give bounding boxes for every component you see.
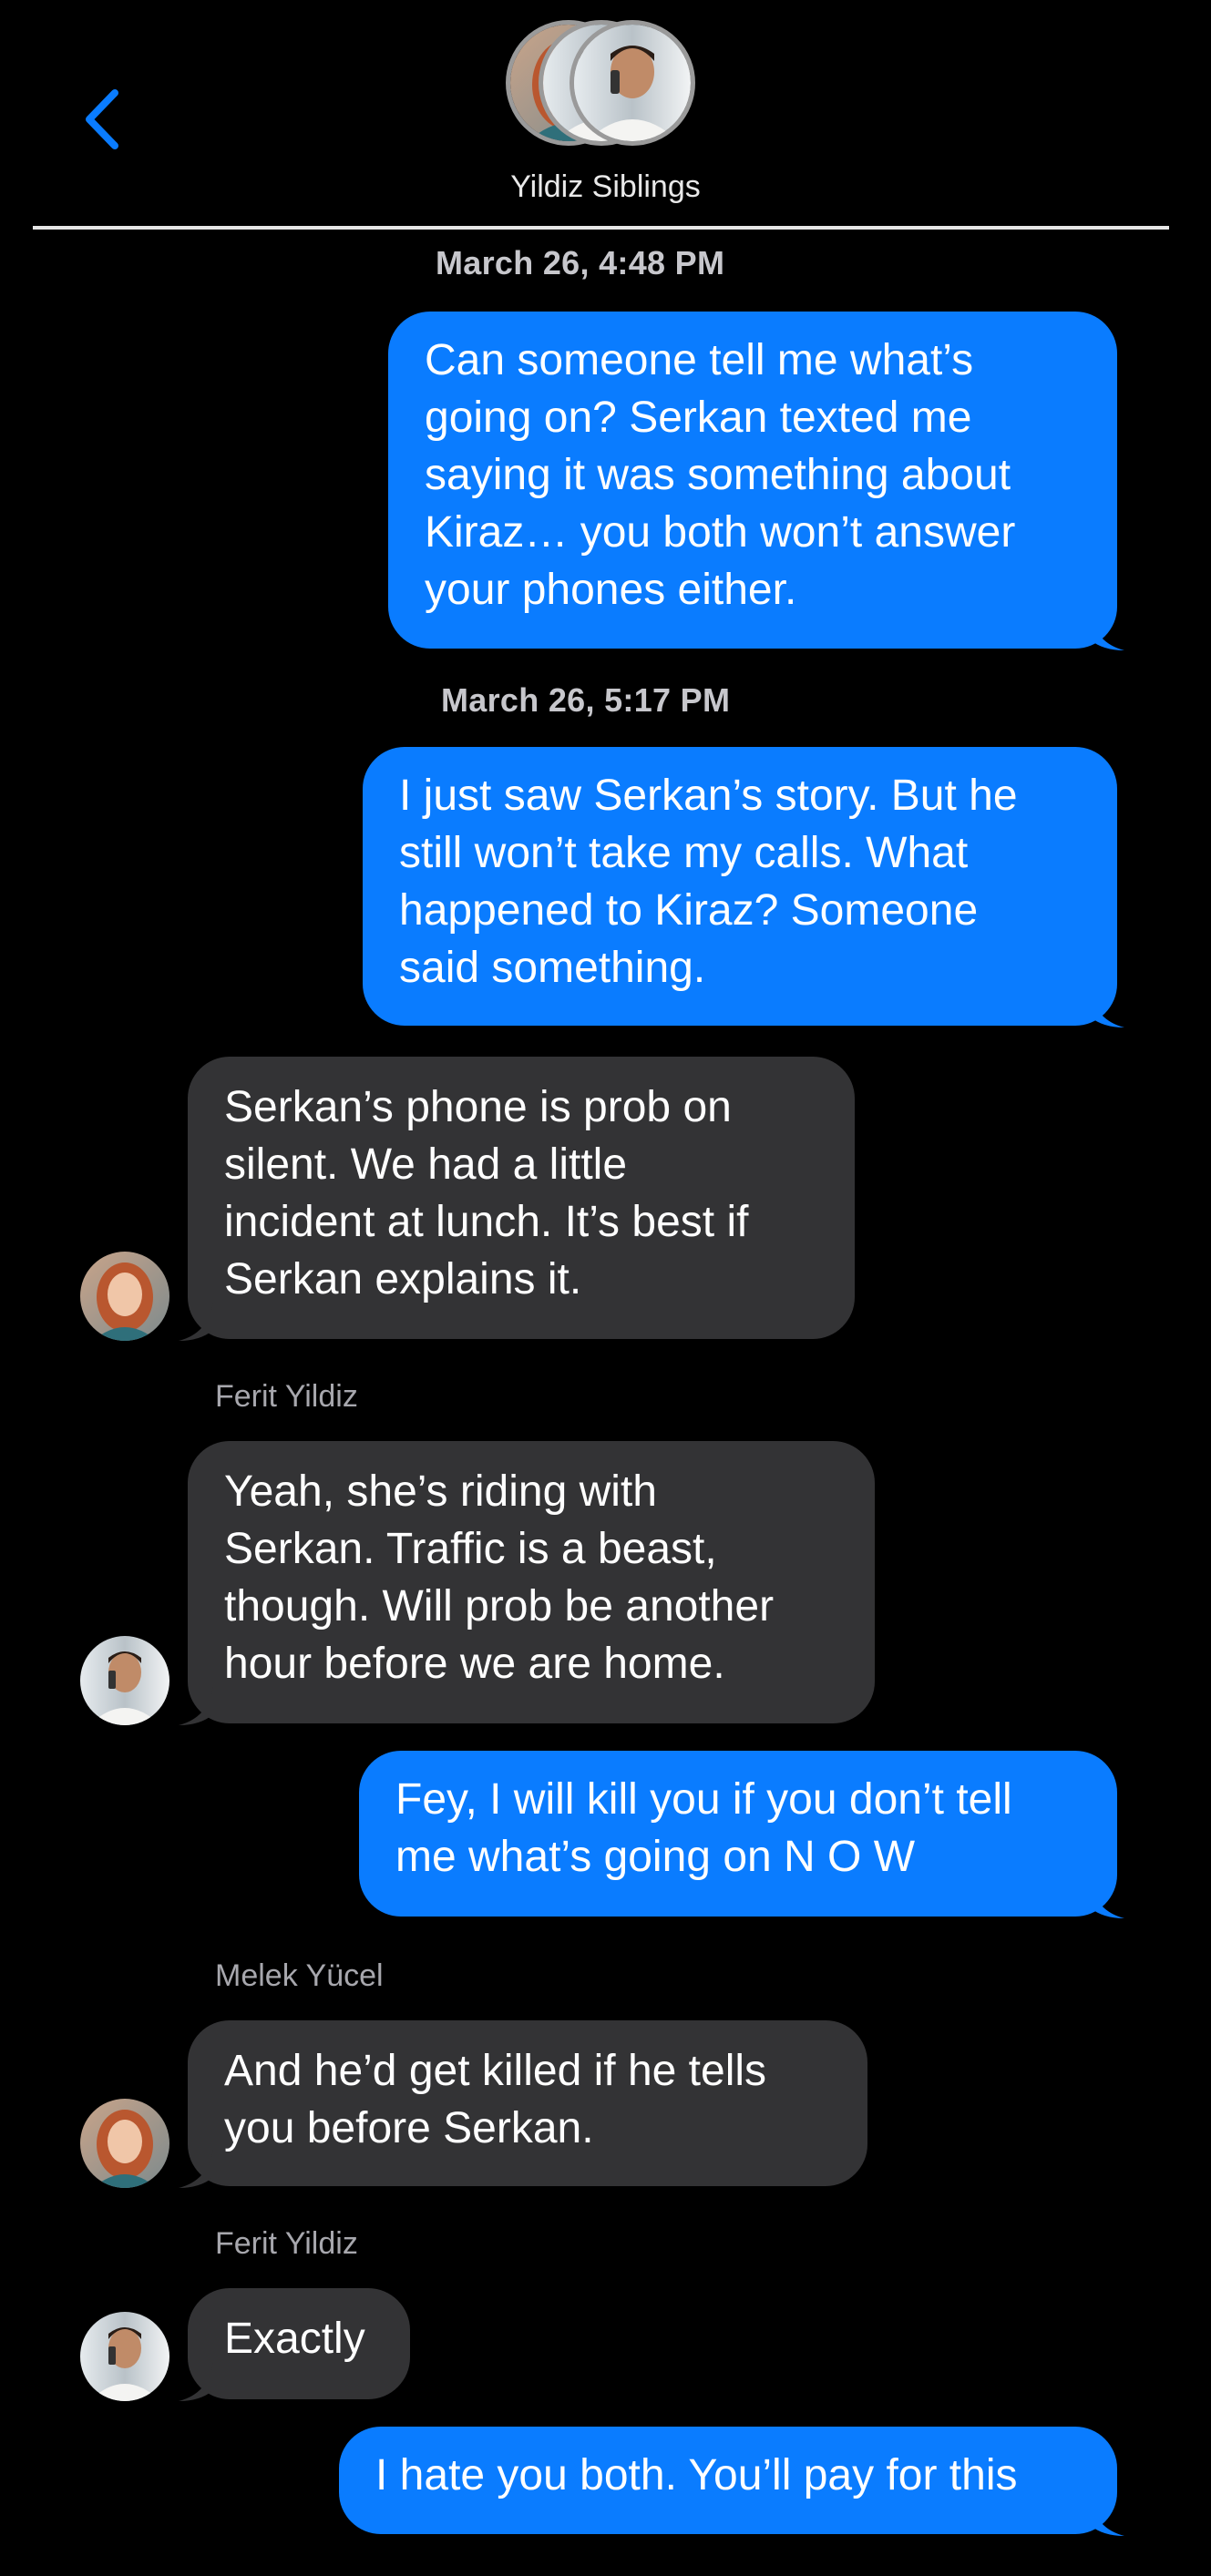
message-line: I hate you both. You’ll pay for this: [375, 2451, 1018, 2499]
sender-name: Ferit Yildiz: [215, 2226, 358, 2261]
incoming-message-bubble[interactable]: Yeah, she’s riding with Serkan. Traffic …: [188, 1441, 875, 1723]
message-line: your phones either.: [425, 566, 797, 614]
incoming-message-bubble[interactable]: And he’d get killed if he tells you befo…: [188, 2020, 867, 2186]
conversation-title[interactable]: Yildiz Siblings: [0, 169, 1211, 205]
group-avatar-stack[interactable]: [506, 20, 697, 157]
bubble-tail: [1090, 612, 1124, 650]
member-avatar-man: [570, 20, 695, 146]
avatar-woman[interactable]: [80, 1252, 169, 1341]
conversation-header: Yildiz Siblings: [0, 0, 1211, 233]
bubble-tail: [179, 2363, 213, 2401]
bubble-tail: [179, 2150, 213, 2188]
bubble-tail: [1090, 1880, 1124, 1918]
incoming-message-bubble[interactable]: Exactly: [188, 2288, 410, 2399]
message-line: though. Will prob be another: [224, 1582, 775, 1630]
message-line: you before Serkan.: [224, 2104, 594, 2152]
message-line: Serkan. Traffic is a beast,: [224, 1525, 717, 1573]
avatar-man[interactable]: [80, 2312, 169, 2401]
sender-name: Ferit Yildiz: [215, 1379, 358, 1414]
message-line: Serkan explains it.: [224, 1255, 582, 1303]
timestamp: March 26, 5:17 PM: [441, 681, 731, 719]
message-line: And he’d get killed if he tells: [224, 2047, 767, 2095]
bubble-tail: [1090, 2498, 1124, 2536]
message-line: silent. We had a little: [224, 1140, 628, 1189]
message-line: Yeah, she’s riding with: [224, 1467, 657, 1516]
bubble-tail: [1090, 989, 1124, 1027]
message-line: going on? Serkan texted me: [425, 394, 972, 442]
message-line: incident at lunch. It’s best if: [224, 1198, 749, 1246]
message-line: Can someone tell me what’s: [425, 336, 974, 384]
chevron-left-icon[interactable]: [80, 87, 126, 151]
outgoing-message-bubble[interactable]: I hate you both. You’ll pay for this: [339, 2427, 1117, 2534]
avatar-man[interactable]: [80, 1636, 169, 1725]
message-line: Kiraz… you both won’t answer: [425, 508, 1016, 557]
message-line: Serkan’s phone is prob on: [224, 1083, 732, 1131]
message-line: saying it was something about: [425, 451, 1011, 499]
message-line: Fey, I will kill you if you don’t tell: [395, 1775, 1012, 1824]
avatar-woman[interactable]: [80, 2099, 169, 2188]
message-line: still won’t take my calls. What: [399, 829, 969, 877]
message-line: me what’s going on N O W: [395, 1833, 916, 1881]
timestamp: March 26, 4:48 PM: [436, 244, 725, 281]
bubble-tail: [179, 1687, 213, 1725]
header-divider: [33, 226, 1169, 230]
bubble-tail: [179, 1303, 213, 1341]
message-line: hour before we are home.: [224, 1640, 725, 1688]
incoming-message-bubble[interactable]: Serkan’s phone is prob on silent. We had…: [188, 1057, 855, 1339]
message-line: I just saw Serkan’s story. But he: [399, 772, 1018, 820]
message-line: Exactly: [224, 2315, 365, 2363]
message-line: said something.: [399, 944, 706, 992]
outgoing-message-bubble[interactable]: Fey, I will kill you if you don’t tell m…: [359, 1751, 1117, 1917]
outgoing-message-bubble[interactable]: Can someone tell me what’s going on? Ser…: [388, 312, 1117, 649]
message-line: happened to Kiraz? Someone: [399, 886, 979, 935]
sender-name: Melek Yücel: [215, 1958, 384, 1993]
outgoing-message-bubble[interactable]: I just saw Serkan’s story. But he still …: [363, 747, 1117, 1026]
